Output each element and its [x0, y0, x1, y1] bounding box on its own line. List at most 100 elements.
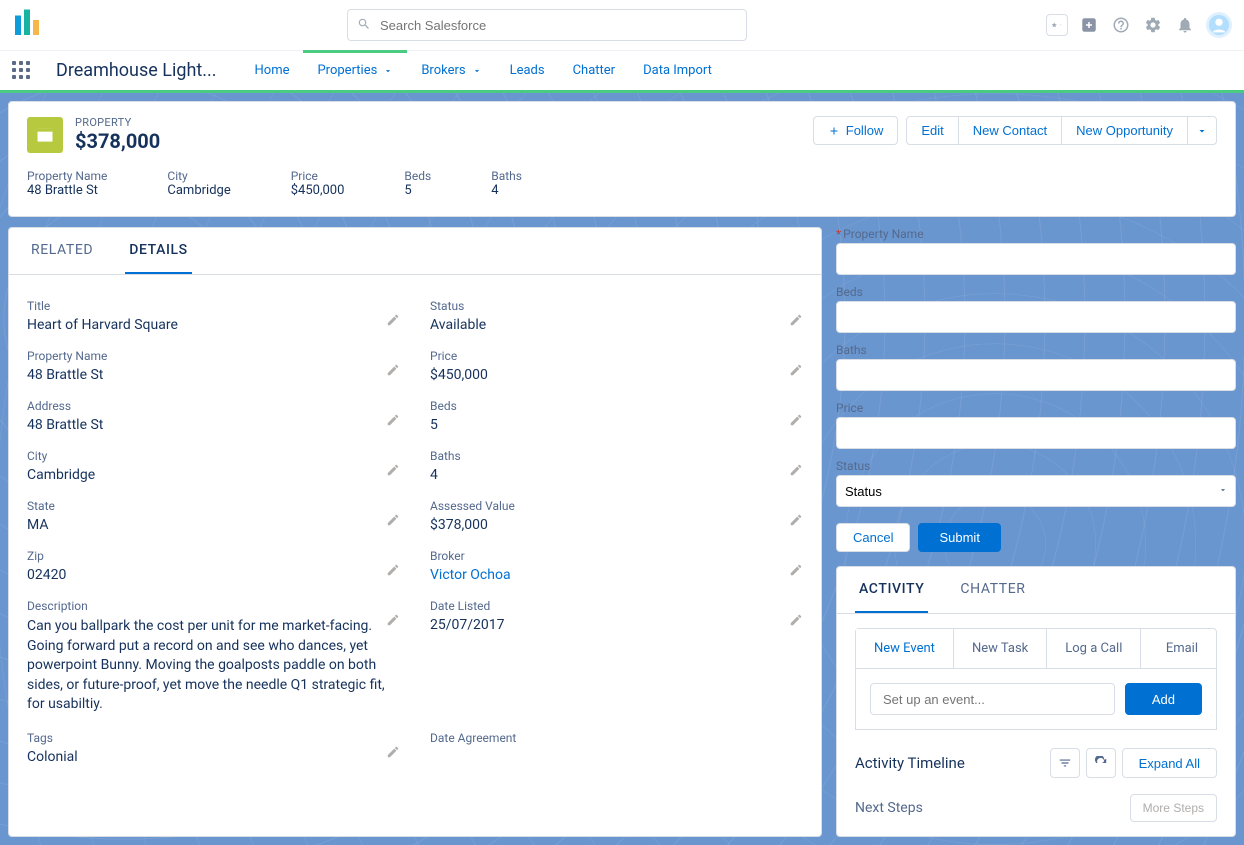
form-baths-input[interactable] [836, 359, 1236, 391]
compact-baths-label: Baths [491, 169, 522, 183]
compact-price: $450,000 [291, 183, 345, 198]
favorites-button[interactable] [1046, 14, 1068, 36]
edit-icon[interactable] [386, 413, 400, 427]
field-date-listed-value: 25/07/2017 [430, 617, 803, 633]
more-actions-button[interactable] [1188, 116, 1217, 145]
field-zip-label: Zip [27, 549, 400, 563]
edit-icon[interactable] [789, 413, 803, 427]
field-description-label: Description [27, 599, 400, 613]
notifications-bell-icon[interactable] [1174, 14, 1196, 36]
more-steps-button[interactable]: More Steps [1130, 794, 1217, 822]
chevron-down-icon [472, 66, 482, 76]
subtab-email[interactable]: Email [1148, 629, 1216, 668]
timeline-filter-button[interactable] [1050, 748, 1080, 778]
cancel-button[interactable]: Cancel [836, 523, 910, 552]
quick-create-form: Property Name Beds Baths Price Status St… [836, 227, 1236, 552]
field-address-value: 48 Brattle St [27, 417, 400, 433]
field-broker-value[interactable]: Victor Ochoa [430, 567, 803, 583]
field-property-name-value: 48 Brattle St [27, 367, 400, 383]
subtab-log-call[interactable]: Log a Call [1047, 629, 1141, 668]
subtab-new-event[interactable]: New Event [856, 629, 954, 668]
subtab-new-task[interactable]: New Task [954, 629, 1047, 668]
field-assessed-value: $378,000 [430, 517, 803, 533]
compact-city: Cambridge [167, 183, 230, 198]
nav-leads[interactable]: Leads [496, 53, 559, 88]
timeline-refresh-button[interactable] [1086, 748, 1116, 778]
edit-icon[interactable] [789, 613, 803, 627]
field-city-label: City [27, 449, 400, 463]
edit-icon[interactable] [789, 363, 803, 377]
setup-gear-icon[interactable] [1142, 14, 1164, 36]
edit-icon[interactable] [386, 513, 400, 527]
event-subject-input[interactable] [870, 683, 1115, 715]
form-property-name-input[interactable] [836, 243, 1236, 275]
compact-property-name-label: Property Name [27, 169, 107, 183]
field-property-name-label: Property Name [27, 349, 400, 363]
next-steps-title: Next Steps [855, 800, 923, 816]
edit-icon[interactable] [789, 563, 803, 577]
record-actions: Follow Edit New Contact New Opportunity [813, 116, 1217, 145]
edit-icon[interactable] [386, 463, 400, 477]
field-title-label: Title [27, 299, 400, 313]
expand-all-button[interactable]: Expand All [1122, 748, 1217, 778]
field-baths-value: 4 [430, 467, 803, 483]
page-body: PROPERTY $378,000 Follow Edit New Contac… [0, 93, 1244, 845]
chevron-down-icon [1196, 125, 1208, 137]
field-title-value: Heart of Harvard Square [27, 317, 400, 333]
add-event-button[interactable]: Add [1125, 683, 1202, 715]
record-title: $378,000 [75, 129, 160, 153]
search-input[interactable] [347, 9, 747, 41]
compact-price-label: Price [291, 169, 345, 183]
activity-panel: ACTIVITY CHATTER New Event New Task Log … [836, 566, 1236, 837]
new-contact-button[interactable]: New Contact [959, 116, 1062, 145]
nav-home[interactable]: Home [241, 53, 304, 88]
field-date-agreement-label: Date Agreement [430, 731, 803, 745]
nav-properties[interactable]: Properties [303, 50, 407, 88]
form-status-select[interactable]: Status [836, 475, 1236, 507]
edit-icon[interactable] [386, 363, 400, 377]
field-beds-label: Beds [430, 399, 803, 413]
salesforce-logo[interactable] [12, 5, 48, 45]
header-utilities [1046, 12, 1232, 38]
app-name: Dreamhouse Light... [56, 60, 217, 81]
edit-icon[interactable] [386, 613, 400, 627]
edit-icon[interactable] [386, 313, 400, 327]
help-icon[interactable] [1110, 14, 1132, 36]
field-tags-label: Tags [27, 731, 400, 745]
new-opportunity-button[interactable]: New Opportunity [1062, 116, 1188, 145]
field-status-label: Status [430, 299, 803, 313]
nav-brokers[interactable]: Brokers [407, 53, 495, 88]
edit-icon[interactable] [789, 463, 803, 477]
field-price-value: $450,000 [430, 367, 803, 383]
compact-city-label: City [167, 169, 230, 183]
edit-icon[interactable] [386, 745, 400, 759]
form-property-name-label: Property Name [836, 227, 1236, 241]
user-avatar[interactable] [1206, 12, 1232, 38]
field-state-value: MA [27, 517, 400, 533]
nav-data-import[interactable]: Data Import [629, 53, 726, 88]
nav-chatter[interactable]: Chatter [559, 53, 630, 88]
plus-icon [828, 125, 840, 137]
edit-icon[interactable] [789, 313, 803, 327]
record-header: PROPERTY $378,000 Follow Edit New Contac… [8, 101, 1236, 217]
tab-details[interactable]: DETAILS [125, 228, 192, 274]
tab-related[interactable]: RELATED [27, 228, 97, 274]
edit-icon[interactable] [789, 513, 803, 527]
field-state-label: State [27, 499, 400, 513]
form-beds-input[interactable] [836, 301, 1236, 333]
tab-chatter[interactable]: CHATTER [956, 567, 1029, 613]
tab-activity[interactable]: ACTIVITY [855, 567, 928, 613]
form-price-input[interactable] [836, 417, 1236, 449]
property-object-icon [27, 117, 63, 153]
compact-baths: 4 [491, 183, 522, 198]
app-launcher-icon[interactable] [12, 61, 32, 81]
submit-button[interactable]: Submit [918, 523, 1000, 552]
global-add-button[interactable] [1078, 14, 1100, 36]
edit-button[interactable]: Edit [906, 116, 958, 145]
compact-beds: 5 [404, 183, 431, 198]
field-address-label: Address [27, 399, 400, 413]
edit-icon[interactable] [386, 563, 400, 577]
follow-button[interactable]: Follow [813, 116, 899, 145]
field-status-value: Available [430, 317, 803, 333]
global-header [0, 0, 1244, 50]
